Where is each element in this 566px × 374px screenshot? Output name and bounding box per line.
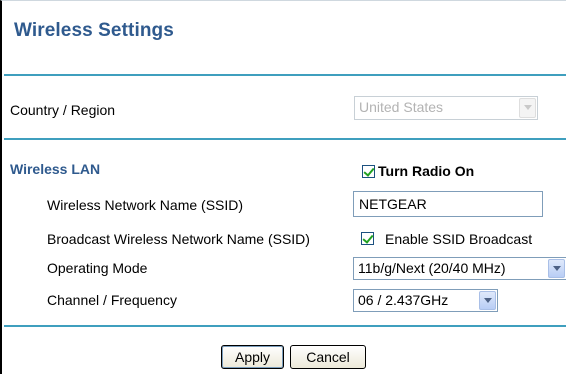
broadcast-ssid-label: Broadcast Wireless Network Name (SSID) [47, 231, 310, 247]
country-region-label: Country / Region [10, 102, 116, 118]
cancel-button[interactable]: Cancel [290, 345, 366, 369]
divider [4, 74, 566, 76]
wireless-lan-heading: Wireless LAN [10, 161, 101, 177]
page-title: Wireless Settings [14, 20, 174, 41]
chevron-down-icon [548, 259, 565, 278]
channel-frequency-label: Channel / Frequency [47, 292, 177, 308]
enable-ssid-broadcast-checkbox[interactable] [361, 232, 374, 245]
channel-frequency-select[interactable]: 06 / 2.437GHz [353, 289, 498, 312]
operating-mode-label: Operating Mode [47, 260, 148, 276]
country-region-select[interactable]: United States [354, 96, 538, 120]
operating-mode-select[interactable]: 11b/g/Next (20/40 MHz) [353, 257, 566, 280]
chevron-down-icon [479, 291, 496, 310]
enable-ssid-broadcast-label: Enable SSID Broadcast [385, 231, 533, 247]
ssid-label: Wireless Network Name (SSID) [47, 197, 244, 213]
wireless-settings-panel: Wireless Settings Country / Region Unite… [0, 0, 566, 374]
divider [4, 138, 566, 140]
turn-radio-on-checkbox[interactable] [362, 165, 375, 178]
apply-button[interactable]: Apply [221, 345, 284, 369]
chevron-down-icon [519, 98, 536, 118]
ssid-input[interactable]: NETGEAR [353, 191, 543, 217]
turn-radio-on-label: Turn Radio On [378, 163, 475, 179]
divider [4, 325, 566, 327]
